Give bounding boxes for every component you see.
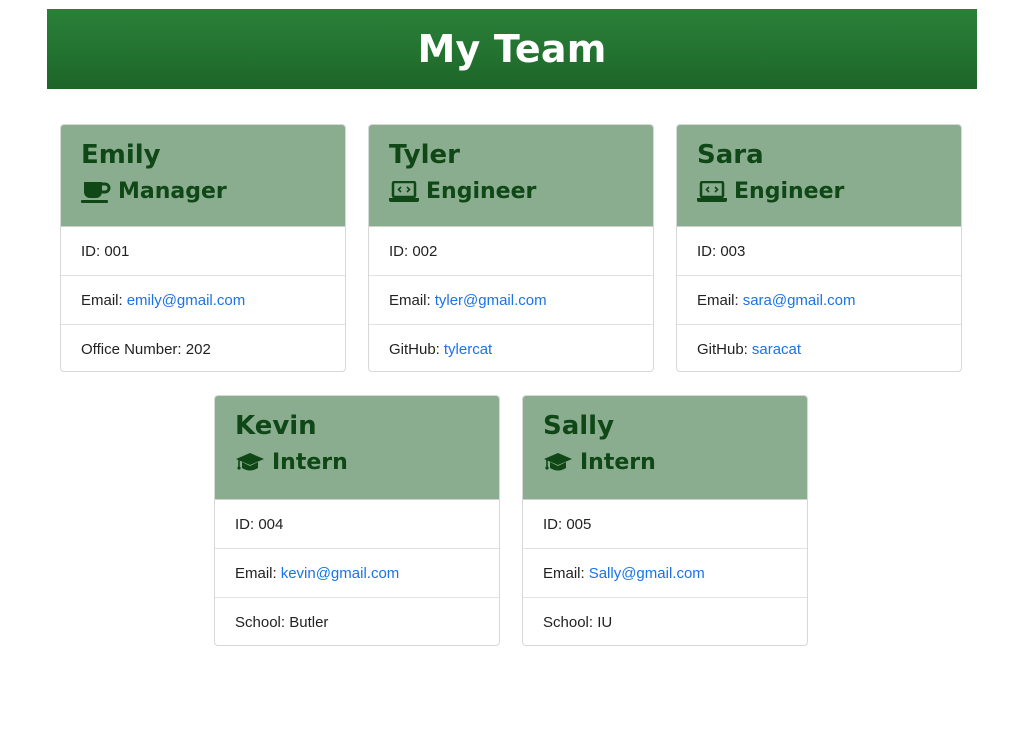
school-label: School: xyxy=(543,614,594,631)
employee-name: Emily xyxy=(81,140,161,170)
email-row: Email: kevin@gmail.com xyxy=(215,549,499,598)
employee-role: Engineer xyxy=(697,177,941,207)
id-label: ID: xyxy=(697,242,717,260)
id-label: ID: xyxy=(543,515,563,533)
employee-role: Intern xyxy=(543,448,787,478)
role-label: Intern xyxy=(580,450,656,475)
school-value: Butler xyxy=(289,614,329,631)
employee-name: Tyler xyxy=(389,140,460,170)
role-label: Manager xyxy=(118,179,227,204)
employee-card-kevin: Kevin Intern ID: 004 Email: kevin@gmail.… xyxy=(214,395,500,646)
email-link[interactable]: kevin@gmail.com xyxy=(281,565,400,582)
email-label: Email: xyxy=(389,291,431,309)
id-row: ID: 005 xyxy=(523,500,807,549)
id-row: ID: 002 xyxy=(369,227,653,276)
id-value: 005 xyxy=(566,515,592,533)
email-label: Email: xyxy=(543,564,585,582)
email-label: Email: xyxy=(235,564,277,582)
office-number-row: Office Number: 202 xyxy=(61,325,345,371)
employee-card-sally: Sally Intern ID: 005 Email: Sally@gmail.… xyxy=(522,395,808,646)
laptop-code-icon xyxy=(389,179,419,205)
card-header: Emily Manager xyxy=(61,125,345,227)
card-header: Tyler Engineer xyxy=(369,125,653,227)
role-label: Engineer xyxy=(734,179,845,204)
office-number-value: 202 xyxy=(185,341,211,358)
employee-name: Sally xyxy=(543,411,615,441)
graduation-cap-icon xyxy=(543,450,573,476)
id-row: ID: 003 xyxy=(677,227,961,276)
id-value: 002 xyxy=(412,242,438,260)
card-header: Kevin Intern xyxy=(215,396,499,500)
id-row: ID: 001 xyxy=(61,227,345,276)
employee-card-sara: Sara Engineer ID: 003 Email: sara@gmail.… xyxy=(676,124,962,372)
email-link[interactable]: emily@gmail.com xyxy=(127,292,246,309)
office-number-label: Office Number: xyxy=(81,341,182,358)
school-label: School: xyxy=(235,614,286,631)
employee-card-tyler: Tyler Engineer ID: 002 Email: tyler@gmai… xyxy=(368,124,654,372)
email-label: Email: xyxy=(81,291,123,309)
school-value: IU xyxy=(597,614,613,631)
email-link[interactable]: Sally@gmail.com xyxy=(589,565,705,582)
employee-card-emily: Emily Manager ID: 001 Email: emily@gmail… xyxy=(60,124,346,372)
role-label: Engineer xyxy=(426,179,537,204)
email-link[interactable]: tyler@gmail.com xyxy=(435,292,547,309)
page-header: My Team xyxy=(47,9,977,89)
employee-role: Intern xyxy=(235,448,479,478)
id-label: ID: xyxy=(389,242,409,260)
card-header: Sally Intern xyxy=(523,396,807,500)
id-label: ID: xyxy=(235,515,255,533)
github-row: GitHub: saracat xyxy=(677,325,961,371)
email-row: Email: Sally@gmail.com xyxy=(523,549,807,598)
employee-role: Manager xyxy=(81,177,325,207)
github-label: GitHub: xyxy=(389,341,440,358)
laptop-code-icon xyxy=(697,179,727,205)
email-label: Email: xyxy=(697,291,739,309)
id-value: 003 xyxy=(720,242,746,260)
role-label: Intern xyxy=(272,450,348,475)
github-link[interactable]: tylercat xyxy=(444,341,492,358)
email-row: Email: sara@gmail.com xyxy=(677,276,961,325)
employee-name: Kevin xyxy=(235,411,317,441)
id-value: 001 xyxy=(104,242,130,260)
employee-role: Engineer xyxy=(389,177,633,207)
id-value: 004 xyxy=(258,515,284,533)
email-link[interactable]: sara@gmail.com xyxy=(743,292,856,309)
github-link[interactable]: saracat xyxy=(752,341,801,358)
school-row: School: IU xyxy=(523,598,807,645)
id-row: ID: 004 xyxy=(215,500,499,549)
github-row: GitHub: tylercat xyxy=(369,325,653,371)
school-row: School: Butler xyxy=(215,598,499,645)
graduation-cap-icon xyxy=(235,450,265,476)
email-row: Email: emily@gmail.com xyxy=(61,276,345,325)
page-title: My Team xyxy=(417,27,607,71)
github-label: GitHub: xyxy=(697,341,748,358)
employee-name: Sara xyxy=(697,140,764,170)
coffee-cup-icon xyxy=(81,179,111,205)
id-label: ID: xyxy=(81,242,101,260)
card-header: Sara Engineer xyxy=(677,125,961,227)
email-row: Email: tyler@gmail.com xyxy=(369,276,653,325)
